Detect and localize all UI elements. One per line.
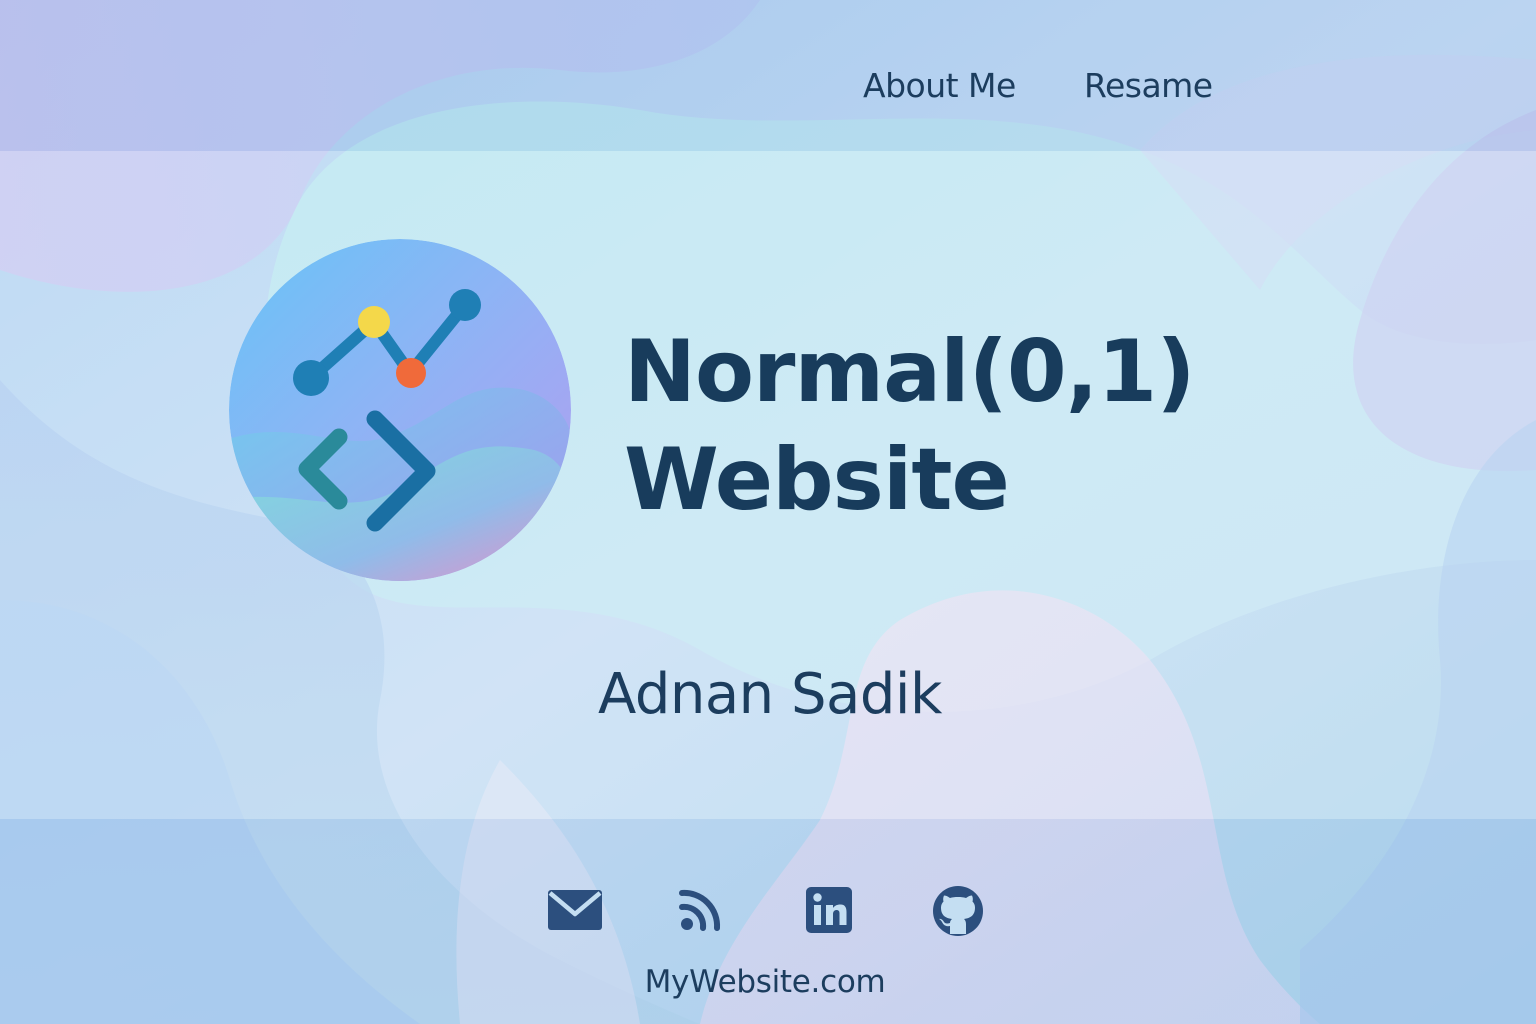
top-nav: About Me Resame [0,62,1536,112]
rss-icon[interactable] [674,884,732,938]
site-title: Normal(0,1) Website [624,318,1244,534]
site-logo [229,239,571,581]
footer-website-url: MyWebsite.com [0,960,1536,1004]
site-title-line1: Normal(0,1) [624,322,1196,422]
mail-icon[interactable] [546,884,604,938]
github-icon[interactable] [929,884,987,938]
nav-resume-link[interactable]: Resame [1084,62,1213,110]
author-name: Adnan Sadik [598,662,942,727]
website-link[interactable]: MyWebsite.com [645,964,886,1000]
nav-about-me-link[interactable]: About Me [863,62,1016,110]
site-title-line2: Website [624,430,1010,530]
linkedin-icon[interactable] [802,884,860,938]
social-links [0,884,1536,944]
